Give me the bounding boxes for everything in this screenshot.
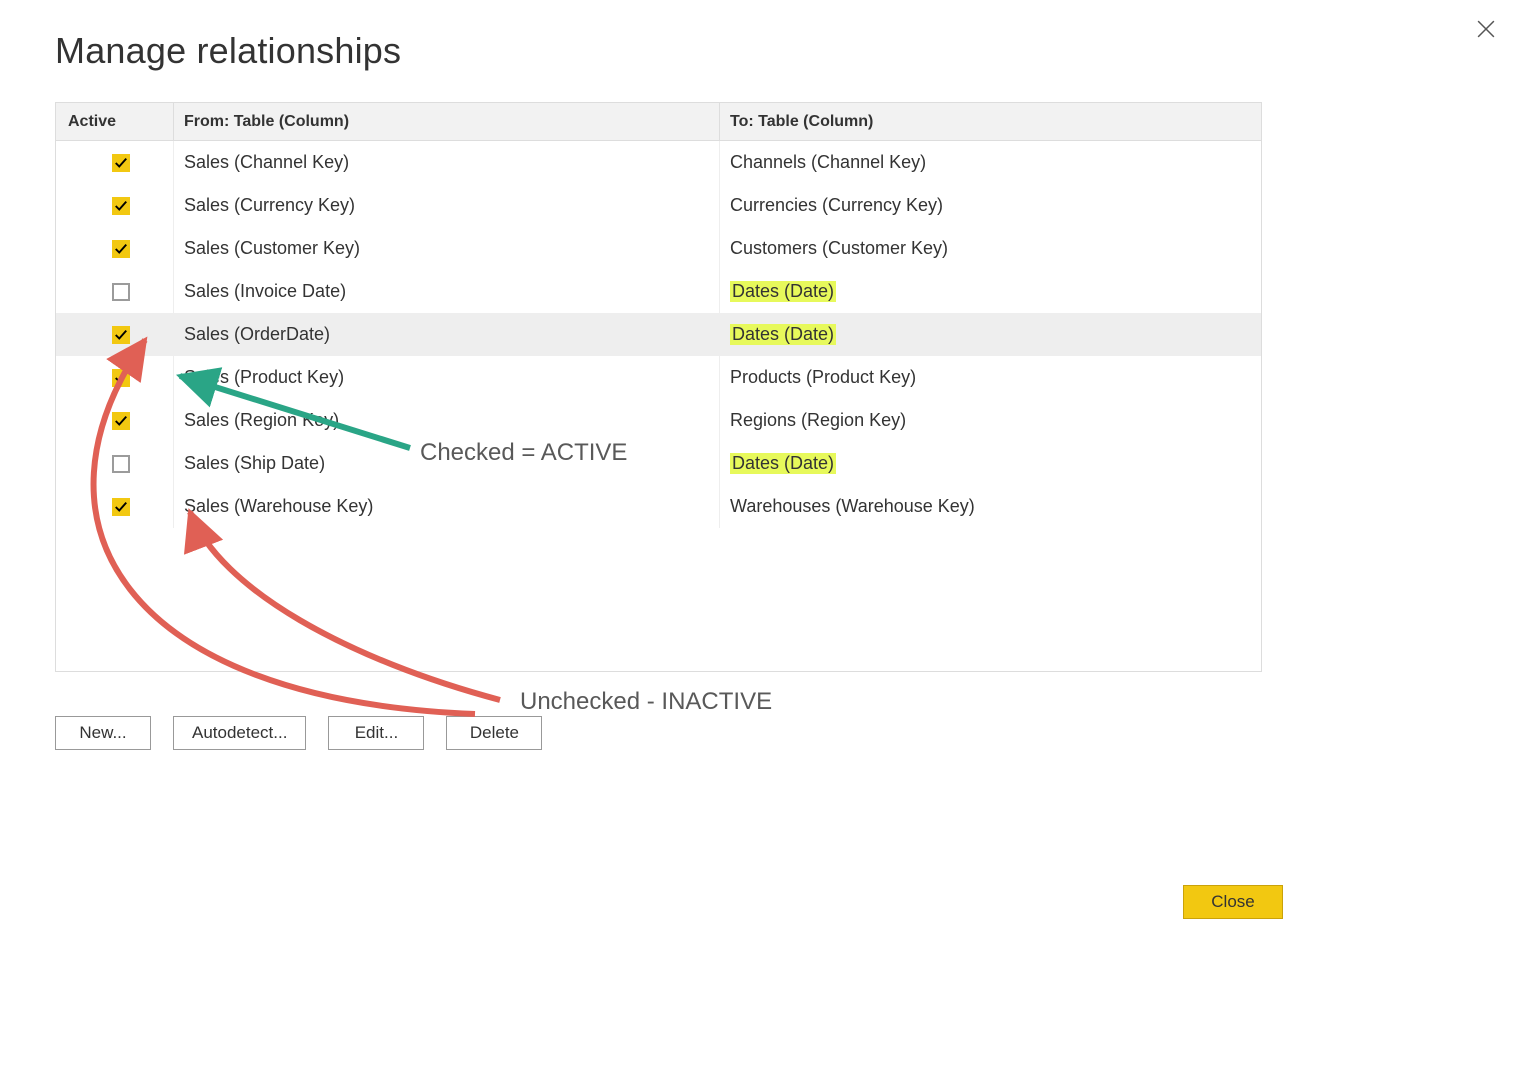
table-row[interactable]: Sales (OrderDate) Dates (Date) [56,313,1261,356]
cell-to: Currencies (Currency Key) [720,184,1261,227]
cell-to: Regions (Region Key) [720,399,1261,442]
cell-from: Sales (Ship Date) [174,442,720,485]
cell-to: Customers (Customer Key) [720,227,1261,270]
cell-active [56,485,174,528]
highlighted-text: Dates (Date) [730,453,836,474]
close-button[interactable]: Close [1183,885,1283,919]
cell-from: Sales (OrderDate) [174,313,720,356]
cell-to: Channels (Channel Key) [720,141,1261,184]
cell-active [56,442,174,485]
checkbox-checked-icon[interactable] [112,369,130,387]
cell-active [56,227,174,270]
cell-active [56,141,174,184]
highlighted-text: Dates (Date) [730,281,836,302]
new-button[interactable]: New... [55,716,151,750]
table-row[interactable]: Sales (Region Key)Regions (Region Key) [56,399,1261,442]
autodetect-button[interactable]: Autodetect... [173,716,306,750]
edit-button[interactable]: Edit... [328,716,424,750]
table-row[interactable]: Sales (Channel Key)Channels (Channel Key… [56,141,1261,184]
cell-to: Dates (Date) [720,442,1261,485]
cell-active [56,270,174,313]
cell-to: Dates (Date) [720,313,1261,356]
cell-from: Sales (Warehouse Key) [174,485,720,528]
cell-from: Sales (Invoice Date) [174,270,720,313]
checkbox-checked-icon[interactable] [112,498,130,516]
cell-to: Products (Product Key) [720,356,1261,399]
highlighted-text: Dates (Date) [730,324,836,345]
grid-body: Sales (Channel Key)Channels (Channel Key… [56,141,1261,528]
header-to[interactable]: To: Table (Column) [720,103,1261,140]
close-icon [1477,20,1495,38]
checkbox-unchecked-icon[interactable] [112,455,130,473]
table-row[interactable]: Sales (Ship Date) Dates (Date) [56,442,1261,485]
checkbox-checked-icon[interactable] [112,197,130,215]
cell-active [56,184,174,227]
delete-button[interactable]: Delete [446,716,542,750]
header-from[interactable]: From: Table (Column) [174,103,720,140]
header-active[interactable]: Active [56,103,174,140]
cell-active [56,399,174,442]
cell-from: Sales (Region Key) [174,399,720,442]
table-row[interactable]: Sales (Product Key)Products (Product Key… [56,356,1261,399]
checkbox-checked-icon[interactable] [112,154,130,172]
table-row[interactable]: Sales (Warehouse Key)Warehouses (Warehou… [56,485,1261,528]
checkbox-unchecked-icon[interactable] [112,283,130,301]
relationships-grid: Active From: Table (Column) To: Table (C… [55,102,1262,672]
cell-from: Sales (Product Key) [174,356,720,399]
dialog-title: Manage relationships [55,30,1283,72]
dialog-button-bar: New... Autodetect... Edit... Delete [55,716,1283,750]
table-row[interactable]: Sales (Customer Key)Customers (Customer … [56,227,1261,270]
checkbox-checked-icon[interactable] [112,240,130,258]
checkbox-checked-icon[interactable] [112,412,130,430]
cell-to: Dates (Date) [720,270,1261,313]
cell-from: Sales (Channel Key) [174,141,720,184]
cell-active [56,356,174,399]
cell-to: Warehouses (Warehouse Key) [720,485,1261,528]
manage-relationships-dialog: Manage relationships Active From: Table … [55,30,1283,750]
table-row[interactable]: Sales (Currency Key)Currencies (Currency… [56,184,1261,227]
cell-from: Sales (Customer Key) [174,227,720,270]
dialog-close-x[interactable] [1471,14,1501,44]
cell-active [56,313,174,356]
grid-header: Active From: Table (Column) To: Table (C… [56,103,1261,141]
checkbox-checked-icon[interactable] [112,326,130,344]
cell-from: Sales (Currency Key) [174,184,720,227]
table-row[interactable]: Sales (Invoice Date) Dates (Date) [56,270,1261,313]
